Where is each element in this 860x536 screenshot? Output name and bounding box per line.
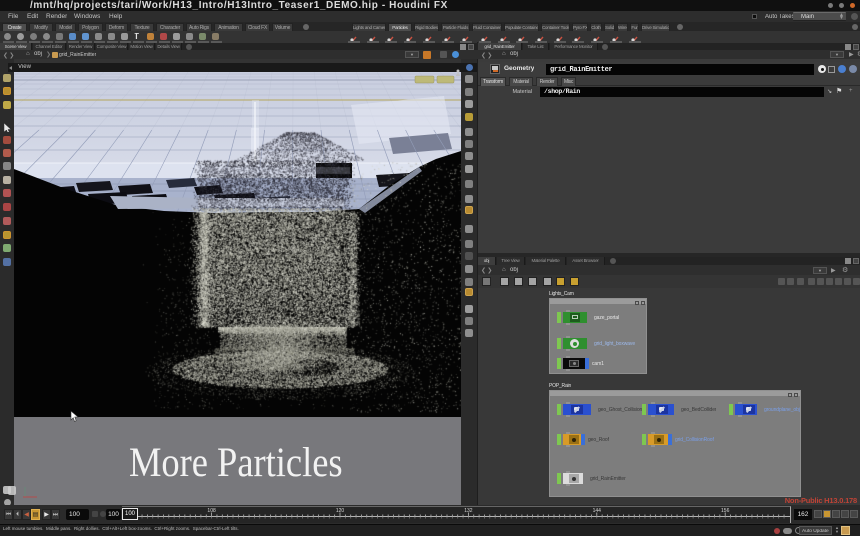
svg-text:108: 108 [207, 508, 216, 514]
svg-text:120: 120 [336, 508, 345, 514]
svg-text:144: 144 [593, 508, 602, 514]
svg-text:156: 156 [721, 508, 730, 514]
svg-text:132: 132 [464, 508, 473, 514]
